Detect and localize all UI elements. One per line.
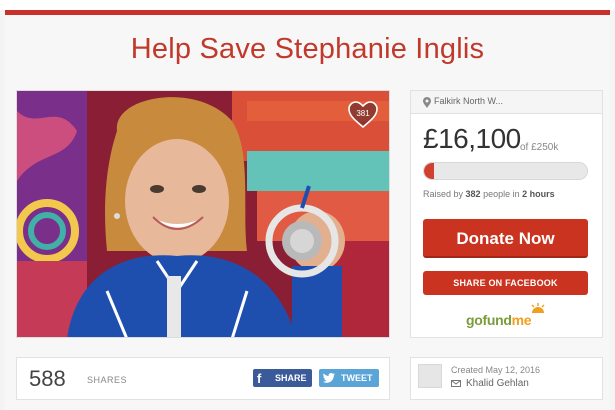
donor-count: 382 bbox=[465, 189, 481, 199]
campaign-photo-illustration bbox=[17, 91, 389, 337]
organizer-avatar[interactable] bbox=[418, 364, 442, 388]
created-date: Created May 12, 2016 bbox=[451, 365, 541, 375]
top-bar bbox=[0, 0, 615, 10]
gofundme-logo[interactable]: gofundme bbox=[466, 312, 532, 328]
progress-fill bbox=[424, 163, 435, 179]
organizer-name[interactable]: Khalid Gehlan bbox=[466, 378, 529, 389]
donate-now-button[interactable]: Donate Now bbox=[423, 219, 588, 258]
tweet-label: TWEET bbox=[341, 373, 373, 383]
tweet-button[interactable]: TWEET bbox=[319, 369, 379, 387]
twitter-bird-icon bbox=[323, 373, 335, 383]
raised-time: 2 hours bbox=[522, 189, 555, 199]
share-count: 588 bbox=[29, 366, 66, 391]
campaign-title: Help Save Stephanie Inglis bbox=[130, 33, 485, 65]
facebook-share-button[interactable]: f SHARE bbox=[253, 369, 312, 387]
location-pin-icon bbox=[423, 97, 431, 108]
mail-icon[interactable] bbox=[451, 380, 461, 387]
raised-summary: Raised by 382 people in 2 hours bbox=[423, 189, 555, 199]
goal-amount: of £250k bbox=[520, 142, 559, 153]
raised-prefix: Raised by bbox=[423, 189, 466, 199]
raised-amount: £16,100 bbox=[423, 123, 521, 154]
facebook-share-label: SHARE bbox=[275, 373, 307, 383]
logo-me: me bbox=[511, 312, 532, 328]
logo-go: go bbox=[466, 312, 483, 328]
progress-bar bbox=[423, 162, 588, 180]
raised-middle: people in bbox=[480, 189, 523, 199]
facebook-icon: f bbox=[257, 371, 262, 386]
heart-count: 381 bbox=[356, 109, 370, 118]
location-text[interactable]: Falkirk North W... bbox=[434, 96, 503, 106]
share-count-label: SHARES bbox=[87, 375, 128, 385]
gofundme-sun-icon bbox=[531, 303, 545, 313]
campaign-photo[interactable] bbox=[16, 90, 390, 338]
share-on-facebook-button[interactable]: SHARE ON FACEBOOK bbox=[423, 271, 588, 295]
logo-fund: fund bbox=[482, 312, 512, 328]
